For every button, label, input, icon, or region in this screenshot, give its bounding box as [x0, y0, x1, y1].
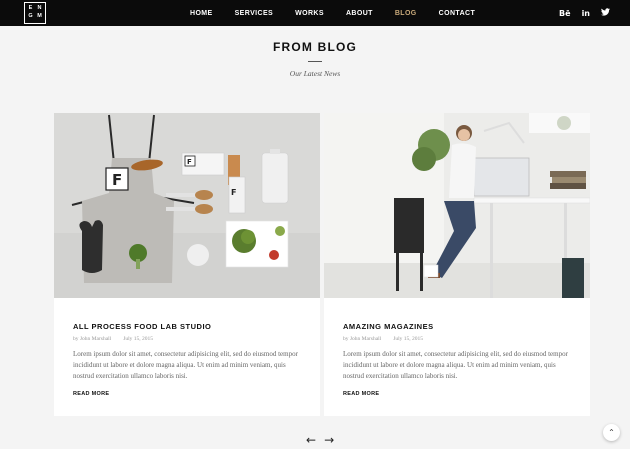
post-body: AMAZING MAGAZINES by John Marshall July 1…: [343, 322, 578, 397]
nav-home[interactable]: HOME: [190, 10, 213, 17]
arrow-right-icon[interactable]: →: [324, 434, 334, 446]
svg-text:F: F: [112, 171, 122, 189]
title-divider: [308, 61, 322, 62]
post-excerpt: Lorem ipsum dolor sit amet, consectetur …: [73, 350, 298, 380]
post-title[interactable]: AMAZING MAGAZINES: [343, 322, 578, 331]
nav-contact[interactable]: CONTACT: [439, 10, 476, 17]
read-more-link[interactable]: READ MORE: [73, 391, 308, 397]
site-logo[interactable]: E N G M: [24, 2, 46, 24]
post-date: July 15, 2015: [123, 336, 153, 342]
svg-text:F: F: [231, 188, 236, 197]
post-meta: by John Marshall July 15, 2015: [73, 336, 308, 342]
post-meta: by John Marshall July 15, 2015: [343, 336, 578, 342]
post-date: July 15, 2015: [393, 336, 423, 342]
blog-card: AMAZING MAGAZINES by John Marshall July 1…: [324, 113, 590, 416]
section-title: FROM BLOG: [272, 40, 358, 54]
top-navbar: E N G M HOME SERVICES WORKS ABOUT BLOG C…: [0, 0, 630, 26]
post-image-food-lab[interactable]: F F F: [54, 113, 320, 298]
blog-card: F F F ALL PROCESS FOOD LAB STUDIO by Joh…: [54, 113, 320, 416]
post-excerpt: Lorem ipsum dolor sit amet, consectetur …: [343, 350, 568, 380]
nav-about[interactable]: ABOUT: [346, 10, 373, 17]
nav-services[interactable]: SERVICES: [235, 10, 273, 17]
post-author: by John Marshall: [343, 336, 382, 342]
linkedin-icon[interactable]: in: [582, 9, 590, 18]
post-body: ALL PROCESS FOOD LAB STUDIO by John Mars…: [73, 322, 308, 397]
blog-pager: ← →: [306, 434, 334, 446]
svg-text:F: F: [187, 158, 192, 166]
twitter-icon[interactable]: [601, 8, 610, 18]
social-links: Bē in: [559, 0, 610, 26]
logo-letter: E: [28, 5, 33, 12]
read-more-link[interactable]: READ MORE: [343, 391, 578, 397]
logo-letter: M: [37, 13, 42, 20]
logo-letter: N: [37, 5, 42, 12]
logo-letter: G: [28, 13, 33, 20]
nav-works[interactable]: WORKS: [295, 10, 324, 17]
post-title[interactable]: ALL PROCESS FOOD LAB STUDIO: [73, 322, 308, 331]
post-image-magazines[interactable]: [324, 113, 590, 298]
chevron-up-icon[interactable]: ⌃: [603, 424, 620, 441]
behance-icon[interactable]: Bē: [559, 9, 571, 18]
main-menu: HOME SERVICES WORKS ABOUT BLOG CONTACT: [190, 0, 497, 26]
nav-blog[interactable]: BLOG: [395, 10, 417, 17]
post-author: by John Marshall: [73, 336, 112, 342]
section-subtitle: Our Latest News: [289, 69, 341, 78]
arrow-left-icon[interactable]: ←: [306, 434, 316, 446]
